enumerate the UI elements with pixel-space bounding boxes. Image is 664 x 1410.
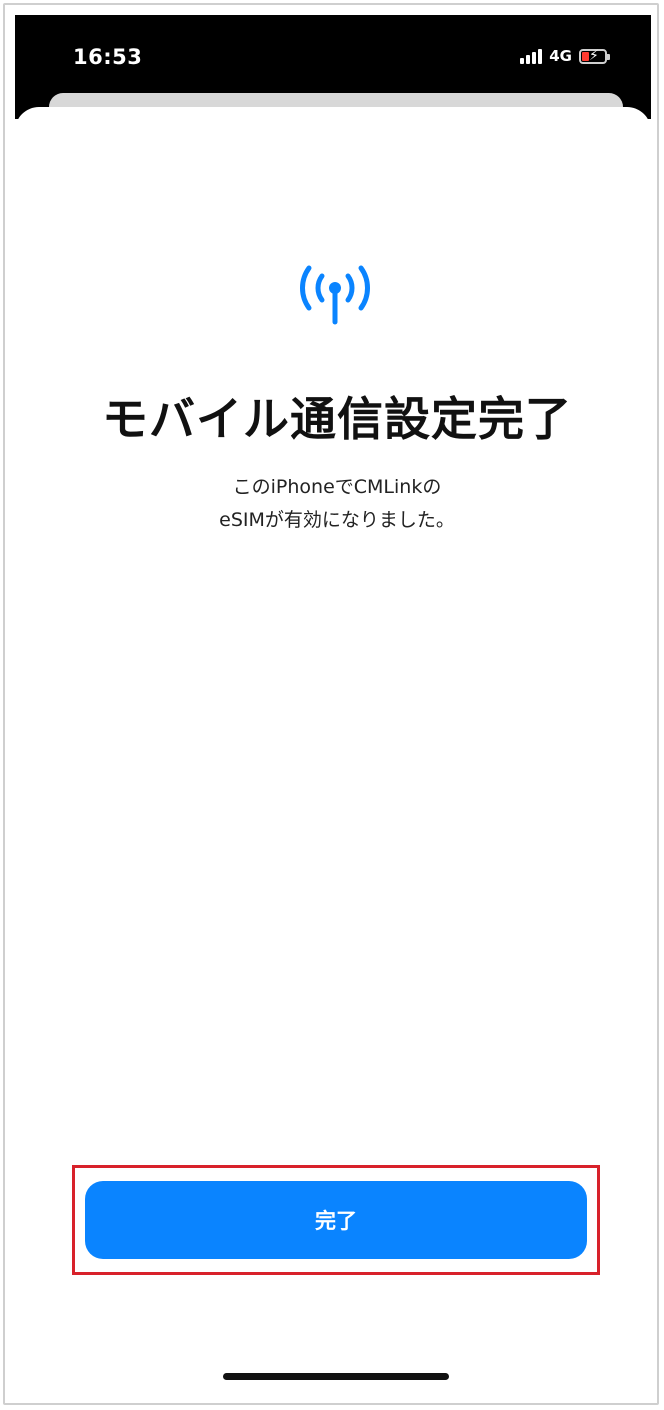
status-bar: 16:53 4G ⚡ [15, 25, 651, 85]
signal-bars-icon [520, 48, 543, 64]
page-title: モバイル通信設定完了 [102, 392, 572, 446]
activation-message: このiPhoneでCMLinkの eSIMが有効になりました。 [5, 471, 657, 537]
done-button[interactable]: 完了 [85, 1181, 587, 1259]
battery-charging-icon: ⚡ [579, 48, 610, 64]
network-type: 4G [549, 47, 572, 65]
status-time: 16:53 [73, 45, 143, 69]
home-indicator[interactable] [223, 1373, 449, 1380]
screenshot-frame: 16:53 4G ⚡ モバイル通信設定完了 このiPhoneでCMLinkの e… [3, 3, 659, 1405]
cellular-antenna-icon [300, 265, 370, 325]
activation-message-line-1: このiPhoneでCMLinkの [232, 476, 442, 498]
activation-message-line-2: eSIMが有効になりました。 [219, 509, 455, 531]
status-indicators: 4G ⚡ [520, 47, 610, 65]
